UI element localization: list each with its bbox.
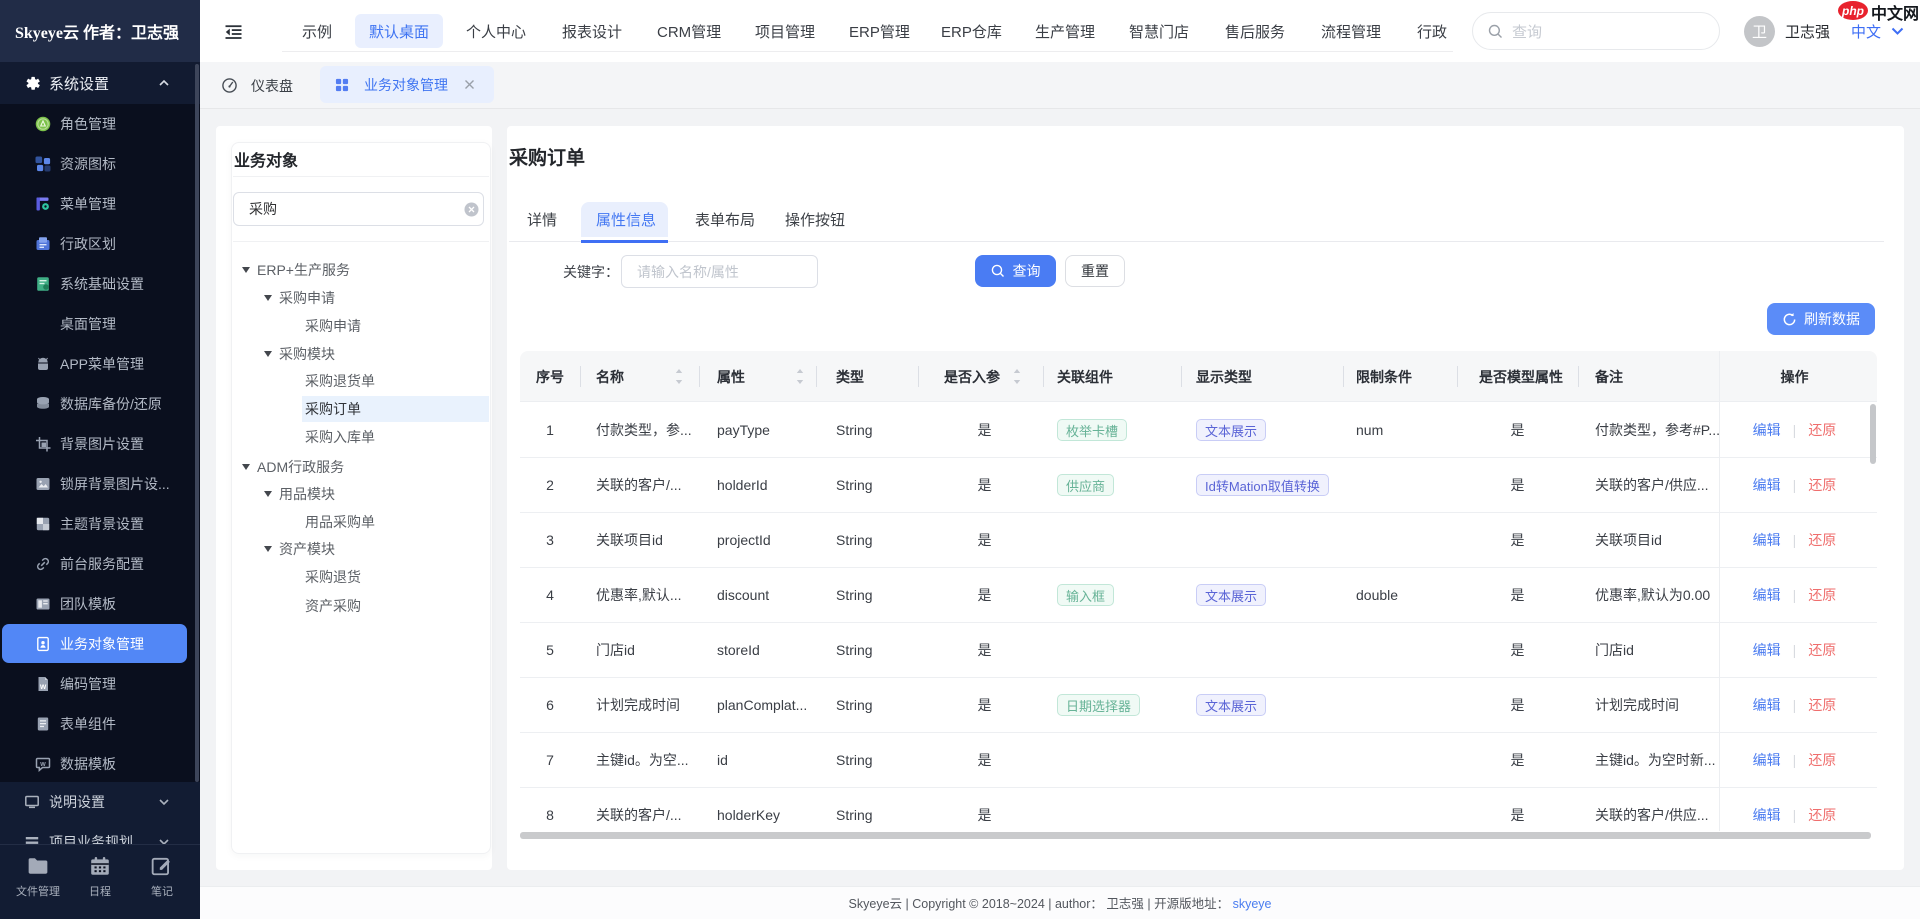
svg-text:w: w — [39, 682, 47, 691]
svg-text:w: w — [39, 761, 46, 768]
